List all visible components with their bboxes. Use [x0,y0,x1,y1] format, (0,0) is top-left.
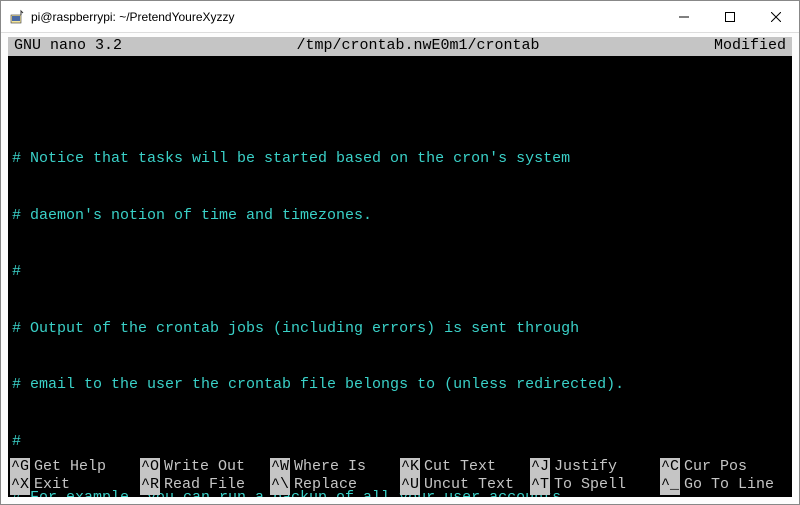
nano-header: GNU nano 3.2 /tmp/crontab.nwE0m1/crontab… [8,37,792,56]
shortcut-go-to-line[interactable]: ^_Go To Line [660,476,790,495]
window-title: pi@raspberrypi: ~/PretendYoureXyzzy [31,10,661,24]
putty-icon [9,9,25,25]
shortcut-justify[interactable]: ^JJustify [530,458,660,477]
shortcut-get-help[interactable]: ^GGet Help [10,458,140,477]
app-window: pi@raspberrypi: ~/PretendYoureXyzzy GNU … [0,0,800,505]
shortcut-replace[interactable]: ^\Replace [270,476,400,495]
footer-row: ^XExit ^RRead File ^\Replace ^UUncut Tex… [10,476,790,495]
comment-line: # [12,433,788,452]
comment-line: # daemon's notion of time and timezones. [12,207,788,226]
shortcut-uncut-text[interactable]: ^UUncut Text [400,476,530,495]
shortcut-read-file[interactable]: ^RRead File [140,476,270,495]
comment-line: # Output of the crontab jobs (including … [12,320,788,339]
shortcut-cur-pos[interactable]: ^CCur Pos [660,458,790,477]
shortcut-to-spell[interactable]: ^TTo Spell [530,476,660,495]
comment-line: # [12,263,788,282]
footer-row: ^GGet Help ^OWrite Out ^WWhere Is ^KCut … [10,458,790,477]
nano-version: GNU nano 3.2 [14,37,132,56]
shortcut-where-is[interactable]: ^WWhere Is [270,458,400,477]
close-button[interactable] [753,1,799,33]
nano-footer: ^GGet Help ^OWrite Out ^WWhere Is ^KCut … [8,458,792,498]
maximize-button[interactable] [707,1,753,33]
shortcut-cut-text[interactable]: ^KCut Text [400,458,530,477]
nano-status: Modified [704,37,786,56]
editor-body[interactable]: # Notice that tasks will be started base… [8,56,792,504]
shortcut-exit[interactable]: ^XExit [10,476,140,495]
comment-line: # email to the user the crontab file bel… [12,376,788,395]
titlebar[interactable]: pi@raspberrypi: ~/PretendYoureXyzzy [1,1,799,33]
blank-line [12,94,788,113]
minimize-button[interactable] [661,1,707,33]
terminal[interactable]: GNU nano 3.2 /tmp/crontab.nwE0m1/crontab… [1,33,799,504]
shortcut-write-out[interactable]: ^OWrite Out [140,458,270,477]
nano-filepath: /tmp/crontab.nwE0m1/crontab [132,37,704,56]
comment-line: # Notice that tasks will be started base… [12,150,788,169]
